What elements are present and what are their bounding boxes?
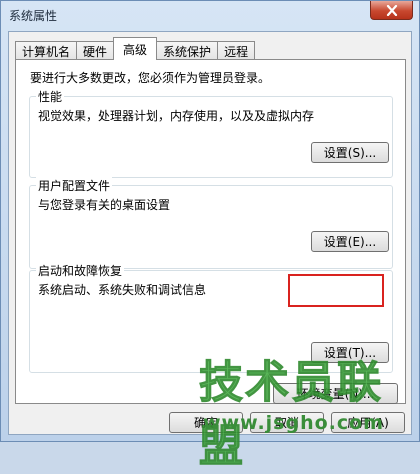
performance-description: 视觉效果，处理器计划，内存使用，以及及虚拟内存: [38, 109, 315, 123]
user-profiles-group: 用户配置文件 与您登录有关的桌面设置 设置(E)...: [29, 177, 393, 269]
close-icon: [386, 4, 397, 16]
startup-recovery-settings-button[interactable]: 设置(T)...: [311, 342, 389, 363]
startup-settings-highlight: [288, 274, 384, 307]
cancel-button[interactable]: 取消: [250, 412, 324, 433]
user-profiles-label: 用户配置文件: [36, 177, 113, 194]
admin-note: 要进行大多数更改，您必须作为管理员登录。: [30, 71, 271, 85]
window-title: 系统属性: [9, 9, 58, 23]
user-profiles-description: 与您登录有关的桌面设置: [38, 198, 171, 212]
environment-variables-button[interactable]: 环境变量(N)...: [273, 383, 398, 404]
tab-advanced[interactable]: 高级: [113, 37, 158, 60]
performance-label: 性能: [36, 88, 65, 105]
startup-recovery-label: 启动和故障恢复: [36, 262, 125, 279]
performance-settings-button[interactable]: 设置(S)...: [311, 142, 389, 163]
advanced-tab-panel: 要进行大多数更改，您必须作为管理员登录。 性能 视觉效果，处理器计划，内存使用，…: [15, 59, 406, 404]
user-profiles-settings-button[interactable]: 设置(E)...: [311, 231, 389, 252]
tab-system-protection[interactable]: 系统保护: [156, 41, 219, 60]
dialog-body: 计算机名 硬件 高级 系统保护 远程 要进行大多数更改，您必须作为管理员登录。 …: [8, 31, 412, 435]
tab-hardware[interactable]: 硬件: [76, 41, 115, 60]
tab-computer-name[interactable]: 计算机名: [15, 41, 78, 60]
close-button[interactable]: [370, 1, 413, 20]
apply-button[interactable]: 应用(A): [331, 412, 405, 433]
tab-strip: 计算机名 硬件 高级 系统保护 远程: [15, 37, 256, 60]
performance-group: 性能 视觉效果，处理器计划，内存使用，以及及虚拟内存 设置(S)...: [29, 88, 393, 178]
tab-remote[interactable]: 远程: [217, 41, 256, 60]
startup-recovery-description: 系统启动、系统失败和调试信息: [38, 283, 207, 297]
system-properties-window: 系统属性 计算机名 硬件 高级 系统保护 远程 要进行大多数更改，您必须作为管理…: [0, 0, 420, 473]
ok-button[interactable]: 确定: [169, 412, 243, 433]
